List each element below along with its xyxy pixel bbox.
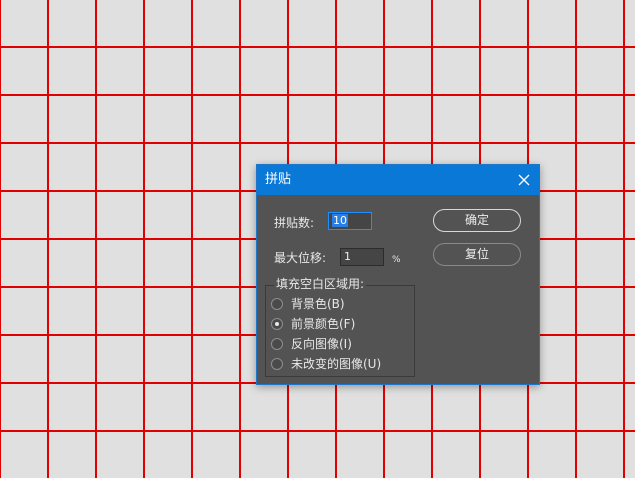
radio-label: 前景颜色(F) xyxy=(291,317,356,331)
radio-icon[interactable] xyxy=(271,358,283,370)
radio-label: 反向图像(I) xyxy=(291,337,352,351)
dialog-title: 拼贴 xyxy=(265,172,292,187)
radio-selected-icon[interactable] xyxy=(271,318,283,330)
fill-empty-area-group: 填充空白区域用: 背景色(B) 前景颜色(F) 反向图像(I) 未改变的图像(U… xyxy=(265,277,415,377)
close-icon[interactable] xyxy=(513,169,535,191)
radio-label: 未改变的图像(U) xyxy=(291,357,382,371)
reset-button[interactable]: 复位 xyxy=(433,243,521,266)
radio-icon[interactable] xyxy=(271,298,283,310)
fill-group-legend: 填充空白区域用: xyxy=(274,277,367,291)
tile-filter-dialog: 拼贴 拼贴数: 10 最大位移: 1 % 确定 复位 填充空白区域用: 背景色(… xyxy=(256,164,540,385)
tiles-input[interactable]: 10 xyxy=(328,212,372,230)
max-offset-label: 最大位移: xyxy=(274,251,327,265)
tiles-label: 拼贴数: xyxy=(274,216,315,230)
max-offset-unit: % xyxy=(392,255,401,265)
max-offset-input-value: 1 xyxy=(344,250,351,263)
radio-icon[interactable] xyxy=(271,338,283,350)
ok-button[interactable]: 确定 xyxy=(433,209,521,232)
close-button[interactable] xyxy=(513,169,535,191)
dialog-titlebar[interactable]: 拼贴 xyxy=(257,165,539,195)
tiles-input-value: 10 xyxy=(332,214,348,227)
max-offset-input[interactable]: 1 xyxy=(340,248,384,266)
radio-label: 背景色(B) xyxy=(291,297,345,311)
